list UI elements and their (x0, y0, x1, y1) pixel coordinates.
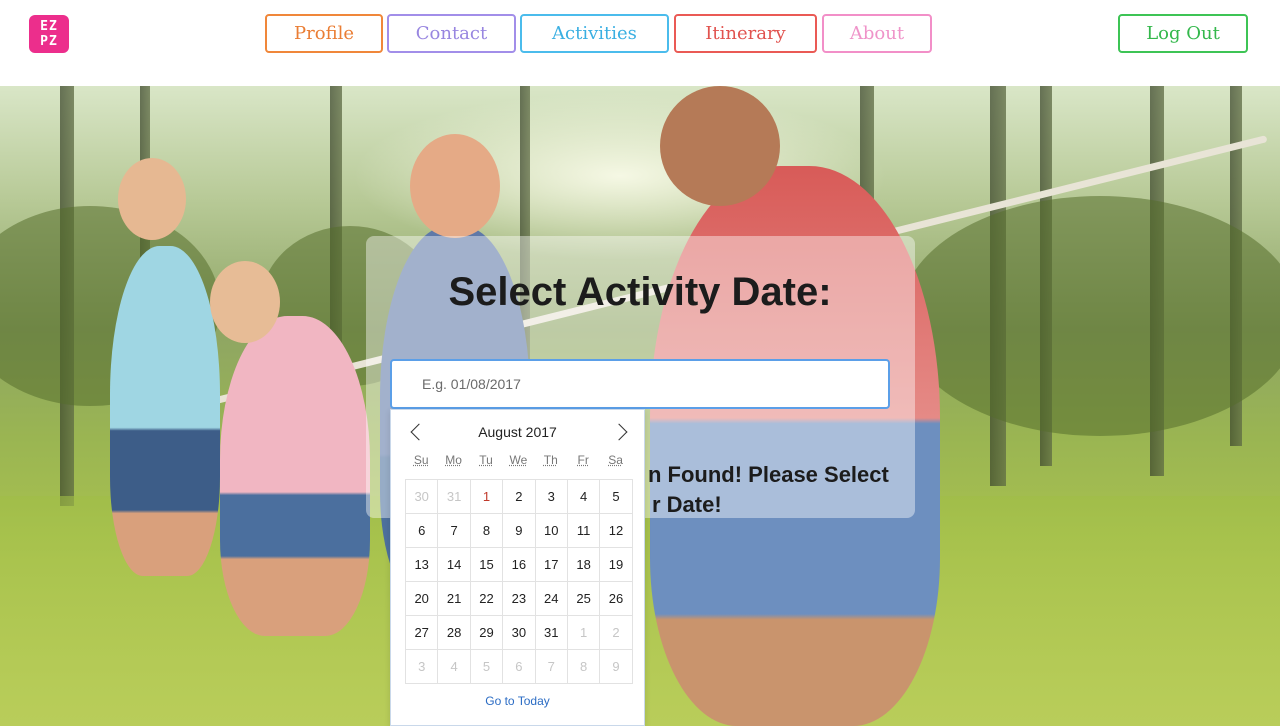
calendar-day[interactable]: 20 (406, 582, 439, 616)
nav-about-button[interactable]: About (822, 14, 932, 53)
foliage (900, 196, 1280, 436)
activity-date-input[interactable] (390, 359, 890, 409)
calendar-day[interactable]: 28 (438, 616, 471, 650)
weekday-label: Tu (479, 453, 493, 467)
calendar-day[interactable]: 8 (470, 514, 504, 548)
no-activities-message: n Found! Please Select r Date! (644, 460, 924, 520)
calendar-day[interactable]: 29 (470, 616, 504, 650)
weekday-label: Su (413, 453, 429, 467)
calendar-day[interactable]: 17 (535, 548, 568, 582)
ezpz-logo[interactable]: EZ PZ (29, 15, 69, 53)
calendar-day[interactable]: 22 (470, 582, 504, 616)
calendar-day[interactable]: 30 (406, 480, 439, 514)
weekday-header-row: Su Mo Tu We Th Fr Sa (405, 453, 632, 467)
calendar-day[interactable]: 5 (600, 480, 633, 514)
calendar-day[interactable]: 13 (406, 548, 439, 582)
calendar-day[interactable]: 4 (438, 650, 471, 684)
top-navbar: EZ PZ Profile Contact Activities Itinera… (0, 0, 1280, 86)
message-line-2: r Date! (652, 492, 722, 517)
calendar-day[interactable]: 8 (567, 650, 601, 684)
calendar-day[interactable]: 14 (438, 548, 471, 582)
logout-button[interactable]: Log Out (1118, 14, 1248, 53)
message-line-1: n Found! Please Select (648, 462, 889, 487)
calendar-day[interactable]: 1 (567, 616, 601, 650)
weekday-label: Th (543, 453, 558, 467)
calendar-month-label: August 2017 (478, 424, 557, 440)
calendar-day[interactable]: 31 (535, 616, 568, 650)
calendar-day-grid: 30 31 1 2 3 4 5 6 7 8 9 10 11 12 13 14 15 16 17 18 19 20 21 22 2… (405, 479, 633, 684)
calendar-day[interactable]: 19 (600, 548, 633, 582)
calendar-day[interactable]: 21 (438, 582, 471, 616)
nav-profile-button[interactable]: Profile (265, 14, 383, 53)
calendar-day[interactable]: 25 (567, 582, 601, 616)
nav-activities-button[interactable]: Activities (520, 14, 669, 53)
date-picker-calendar: August 2017 Su Mo Tu We Th Fr Sa 30 31 1 2 3 4 5 6 7 8 9… (390, 409, 645, 726)
go-to-today-link[interactable]: Go to Today (391, 694, 644, 708)
calendar-day[interactable]: 11 (567, 514, 601, 548)
calendar-day[interactable]: 26 (600, 582, 633, 616)
calendar-day[interactable]: 9 (503, 514, 536, 548)
calendar-day[interactable]: 10 (535, 514, 568, 548)
calendar-day[interactable]: 31 (438, 480, 471, 514)
calendar-day[interactable]: 5 (470, 650, 504, 684)
calendar-day[interactable]: 2 (600, 616, 633, 650)
calendar-day[interactable]: 30 (503, 616, 536, 650)
page-title: Select Activity Date: (448, 270, 832, 314)
weekday-label: Sa (608, 453, 623, 467)
calendar-day[interactable]: 6 (406, 514, 439, 548)
logo-line-1: EZ (40, 19, 58, 34)
weekday-label: We (509, 453, 528, 467)
calendar-day[interactable]: 9 (600, 650, 633, 684)
calendar-day[interactable]: 27 (406, 616, 439, 650)
calendar-day[interactable]: 4 (567, 480, 601, 514)
calendar-day[interactable]: 23 (503, 582, 536, 616)
nav-contact-button[interactable]: Contact (387, 14, 516, 53)
logo-line-2: PZ (40, 34, 58, 49)
calendar-day[interactable]: 7 (535, 650, 568, 684)
calendar-day[interactable]: 15 (470, 548, 504, 582)
weekday-label: Fr (577, 453, 589, 467)
calendar-day[interactable]: 16 (503, 548, 536, 582)
nav-itinerary-button[interactable]: Itinerary (674, 14, 817, 53)
calendar-day[interactable]: 6 (503, 650, 536, 684)
child-figure (220, 316, 370, 636)
calendar-day[interactable]: 3 (535, 480, 568, 514)
calendar-day[interactable]: 18 (567, 548, 601, 582)
child-head (410, 134, 500, 238)
child-head (660, 86, 780, 206)
child-head (118, 158, 186, 240)
calendar-day[interactable]: 2 (503, 480, 536, 514)
calendar-day-today[interactable]: 1 (470, 480, 504, 514)
calendar-day[interactable]: 24 (535, 582, 568, 616)
weekday-label: Mo (445, 453, 462, 467)
calendar-day[interactable]: 3 (406, 650, 439, 684)
calendar-day[interactable]: 7 (438, 514, 471, 548)
calendar-day[interactable]: 12 (600, 514, 633, 548)
